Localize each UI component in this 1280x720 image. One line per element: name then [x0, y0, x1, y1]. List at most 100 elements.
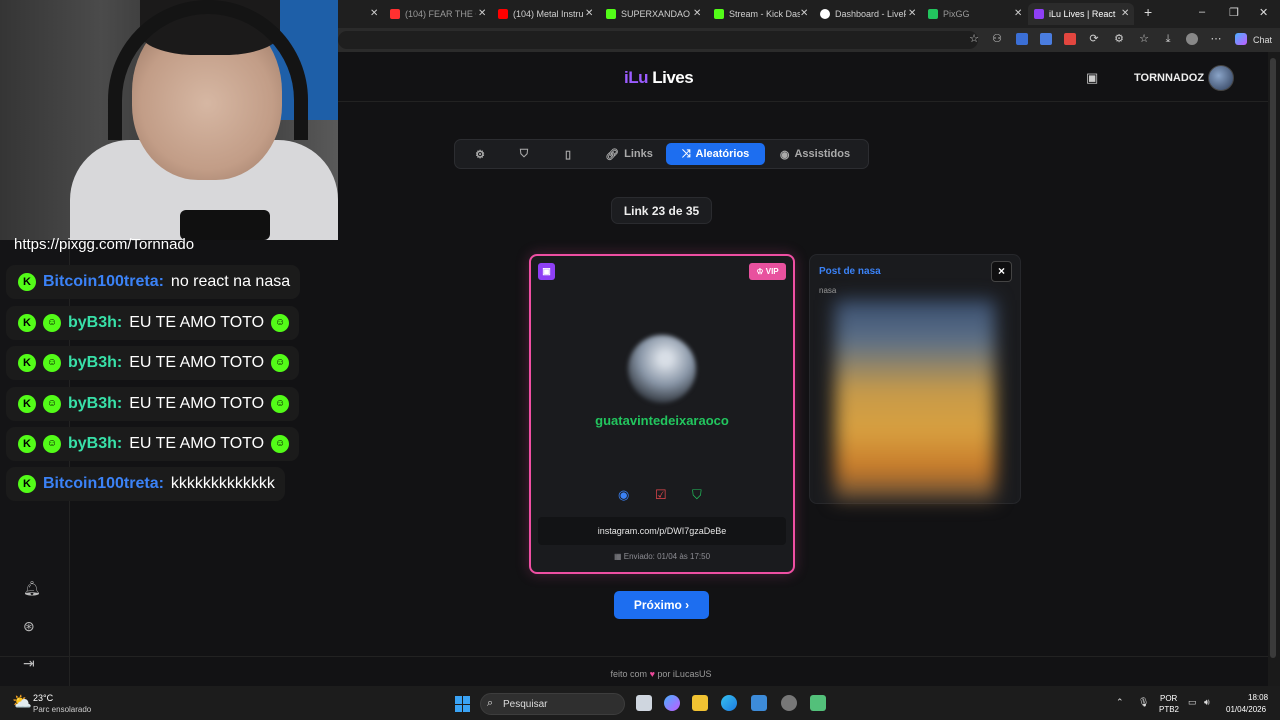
more-icon[interactable]: ⋯ — [1210, 33, 1222, 45]
tablet-icon: ▯ — [564, 148, 572, 161]
emote-icon: ☺ — [271, 395, 290, 413]
shield-icon: ⛉ — [519, 147, 529, 160]
language-indicator[interactable]: POR — [1160, 694, 1177, 703]
close-preview-button[interactable]: × — [991, 261, 1012, 282]
crown-icon: ♔ — [756, 267, 764, 276]
app-icon[interactable] — [781, 695, 797, 711]
tab-close-button[interactable]: ✕ — [1014, 8, 1022, 19]
help-icon[interactable]: ⊛ — [23, 618, 35, 635]
keyboard-layout[interactable]: PTB2 — [1159, 705, 1179, 714]
shuffle-icon: ⤨ — [681, 147, 691, 160]
tab-aleatorios[interactable]: ⤨ Aleatórios — [666, 143, 765, 165]
tab-close-button[interactable]: ✕ — [1121, 8, 1129, 19]
clock-time[interactable]: 18:08 — [1248, 693, 1268, 702]
network-icon[interactable]: ▭ — [1188, 697, 1197, 708]
link-url[interactable]: instagram.com/p/DWI7gzaDeBe — [538, 517, 786, 545]
taskbar-search[interactable] — [480, 693, 625, 715]
tab-close-button[interactable]: ✕ — [693, 8, 701, 19]
search-icon: ⌕ — [487, 697, 494, 709]
emote-icon: ☺ — [271, 314, 290, 332]
avatar[interactable] — [1208, 65, 1234, 91]
emote-icon: ☺ — [43, 435, 61, 453]
twitch-icon: ▣ — [538, 263, 555, 280]
profile-icon[interactable] — [1186, 33, 1198, 45]
browser-tab[interactable]: Stream - Kick Dashb — [708, 3, 800, 25]
docs-icon[interactable]: ▣ — [1086, 70, 1098, 86]
mark-done-icon[interactable]: ☑ — [655, 487, 667, 503]
refresh-icon[interactable]: ⟳ — [1088, 33, 1100, 45]
close-window-icon[interactable]: ✕ — [1259, 6, 1268, 19]
weather-icon[interactable]: ⛅ — [12, 692, 32, 712]
pixgg-icon — [928, 9, 938, 19]
clock-date[interactable]: 01/04/2026 — [1226, 705, 1266, 714]
minimize-icon[interactable]: – — [1199, 6, 1205, 18]
shield-action-icon[interactable]: ⛉ — [692, 487, 702, 503]
footer-credit: feito com ♥ por iLucasUS — [610, 669, 712, 679]
tab-close-button[interactable]: ✕ — [908, 8, 916, 19]
url-field[interactable] — [338, 31, 978, 49]
emote-icon: ☺ — [43, 314, 61, 332]
start-button[interactable] — [455, 696, 471, 712]
extensions-icon[interactable]: ⚙ — [1113, 33, 1125, 45]
post-preview-image[interactable] — [835, 300, 995, 500]
tab-links[interactable]: 🔗︎ Links — [598, 143, 660, 165]
extension-icon[interactable] — [1064, 33, 1076, 45]
copilot-app-icon[interactable] — [664, 695, 680, 711]
kick-badge-icon: K — [18, 354, 36, 372]
kick-badge-icon: K — [18, 475, 36, 493]
next-button[interactable]: Próximo › — [614, 591, 709, 619]
browser-tab[interactable]: (104) Metal Instrum — [492, 3, 584, 25]
tab-settings[interactable]: ⚙ — [467, 143, 493, 165]
microphone-icon[interactable]: 🎙︎ — [1138, 697, 1149, 708]
extension-icon[interactable] — [1040, 33, 1052, 45]
username[interactable]: TORNNADOZ — [1134, 72, 1204, 84]
browser-tab[interactable]: (104) FEAR THE CLI — [384, 3, 476, 25]
browser-tab[interactable]: PixGG — [922, 3, 1014, 25]
copilot-icon[interactable] — [1235, 33, 1247, 45]
kick-icon — [714, 9, 724, 19]
sender-name[interactable]: guatavintedeixaraoco — [529, 413, 795, 428]
tab-assistidos[interactable]: ◉ Assistidos — [772, 143, 858, 165]
browser-tab-active[interactable]: iLu Lives | React — [1028, 3, 1134, 25]
download-icon[interactable]: ⤓ — [1162, 33, 1174, 45]
app-icon[interactable] — [810, 695, 826, 711]
tab-close-button[interactable]: ✕ — [800, 8, 808, 19]
explorer-icon[interactable] — [692, 695, 708, 711]
calendar-icon: ▦ — [613, 552, 622, 561]
star-icon[interactable]: ☆ — [968, 33, 980, 45]
tray-chevron-icon[interactable]: ⌃ — [1116, 697, 1124, 708]
chat-message: K Bitcoin100treta: kkkkkkkkkkkkk — [6, 467, 285, 501]
browser-tab[interactable]: Dashboard - LivePix — [814, 3, 906, 25]
kick-badge-icon: K — [18, 435, 36, 453]
volume-icon[interactable]: 🔊︎ — [1204, 697, 1210, 708]
emote-icon: ☺ — [271, 435, 290, 453]
link-counter: Link 23 de 35 — [611, 197, 712, 224]
sent-timestamp: ▦ Enviado: 01/04 às 17:50 — [613, 552, 711, 561]
restore-icon[interactable]: ❐ — [1229, 6, 1239, 19]
favorites-icon[interactable]: ☆ — [1138, 33, 1150, 45]
heart-icon: ♥ — [649, 669, 655, 679]
tab-close-button[interactable]: ✕ — [585, 8, 593, 19]
user-avatar — [628, 335, 696, 403]
scrollbar-thumb[interactable] — [1270, 58, 1276, 658]
extension-icon[interactable]: ⚇ — [991, 33, 1003, 45]
weather-temp[interactable]: 23°C — [33, 693, 53, 703]
emote-icon: ☺ — [43, 395, 61, 413]
edge-icon[interactable] — [721, 695, 737, 711]
tab-device[interactable]: ▯ — [555, 143, 581, 165]
site-logo[interactable]: iLu Lives — [624, 68, 694, 88]
tab-moderation[interactable]: ⛉ — [511, 143, 537, 165]
browser-tab[interactable]: SUPERXANDAO Str — [600, 3, 692, 25]
weather-desc[interactable]: Parc ensolarado — [33, 705, 91, 714]
chat-button[interactable]: Chat — [1253, 35, 1272, 45]
chat-message: K Bitcoin100treta: no react na nasa — [6, 265, 301, 299]
tab-close-button[interactable]: ✕ — [478, 8, 486, 19]
photos-icon[interactable] — [751, 695, 767, 711]
taskview-icon[interactable] — [636, 695, 652, 711]
notifications-icon[interactable]: 🔔︎ — [23, 580, 41, 597]
new-tab-button[interactable]: + — [1144, 4, 1152, 20]
watch-eye-icon[interactable]: ◉ — [618, 487, 629, 503]
tab-close-button[interactable]: ✕ — [370, 8, 378, 19]
extension-icon[interactable] — [1016, 33, 1028, 45]
post-title: Post de nasa — [819, 266, 881, 277]
